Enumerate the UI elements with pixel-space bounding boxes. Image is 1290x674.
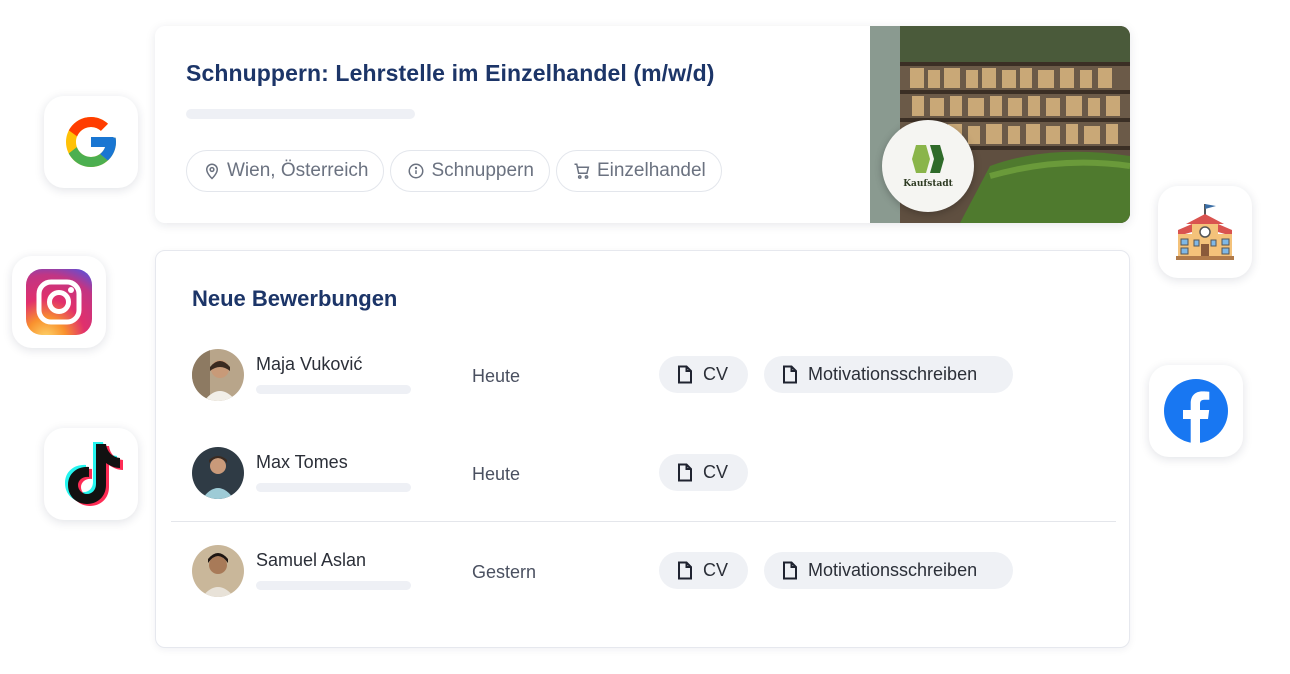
type-label: Schnuppern [431,160,534,181]
application-row[interactable]: Maja Vuković Heute CV Motivationsschreib… [192,346,1092,406]
applicant-name: Maja Vuković [256,354,363,374]
instagram-icon [26,269,92,335]
job-title[interactable]: Schnuppern: Lehrstelle im Einzelhandel (… [186,60,715,87]
cv-document-button[interactable]: CV [659,356,748,393]
row-divider [171,521,1116,522]
applicant-name: Max Tomes [256,452,348,472]
applications-card: Neue Bewerbungen Maja Vuković Heute CV M… [155,250,1130,648]
cover-letter-button[interactable]: Motivationsschreiben [764,552,1013,589]
applicant-subtitle-placeholder [256,483,411,492]
cv-label: CV [703,364,729,384]
application-date: Heute [472,464,521,484]
company-logo-text: Kaufstadt [903,179,953,189]
location-chip: Wien, Österreich [186,150,385,192]
industry-chip: Einzelhandel [555,150,722,192]
facebook-tile [1149,365,1243,457]
cv-document-button[interactable]: CV [659,454,748,491]
document-icon [678,365,692,384]
applicant-subtitle-placeholder [256,581,411,590]
shopping-cart-icon [574,163,590,179]
document-icon [783,561,797,580]
document-icon [783,365,797,384]
cv-document-button[interactable]: CV [659,552,748,589]
job-subtitle-placeholder [186,109,415,119]
application-row[interactable]: Max Tomes Heute CV [192,444,1092,504]
school-icon [1176,204,1234,260]
cover-letter-button[interactable]: Motivationsschreiben [764,356,1013,393]
document-icon [678,561,692,580]
location-pin-icon [205,163,219,180]
avatar [192,349,244,401]
document-icon [678,463,692,482]
cover-letter-label: Motivationsschreiben [808,560,978,580]
company-logo: Kaufstadt [882,120,974,212]
tiktok-icon [65,442,123,506]
avatar [192,545,244,597]
cv-label: CV [703,560,729,580]
avatar [192,447,244,499]
google-icon [66,117,116,167]
job-card[interactable]: Schnuppern: Lehrstelle im Einzelhandel (… [155,26,1130,223]
applicant-subtitle-placeholder [256,385,411,394]
industry-label: Einzelhandel [596,160,706,181]
type-chip: Schnuppern [390,150,550,192]
school-tile [1158,186,1252,278]
info-icon [408,163,424,179]
applications-title: Neue Bewerbungen [192,286,398,311]
store-photo: Kaufstadt [870,26,1130,223]
location-label: Wien, Österreich [227,160,369,181]
google-tile [44,96,138,188]
application-row[interactable]: Samuel Aslan Gestern CV Motivationsschre… [192,542,1092,602]
applicant-name: Samuel Aslan [256,550,367,570]
tiktok-tile [44,428,138,520]
facebook-icon [1164,379,1228,443]
cover-letter-label: Motivationsschreiben [808,364,978,384]
application-date: Heute [472,366,521,386]
job-tags: Wien, Österreich Schnuppern Einzelhandel [186,150,722,192]
kaufstadt-logo-icon [912,145,944,173]
instagram-tile [12,256,106,348]
cv-label: CV [703,462,729,482]
application-date: Gestern [472,562,537,582]
